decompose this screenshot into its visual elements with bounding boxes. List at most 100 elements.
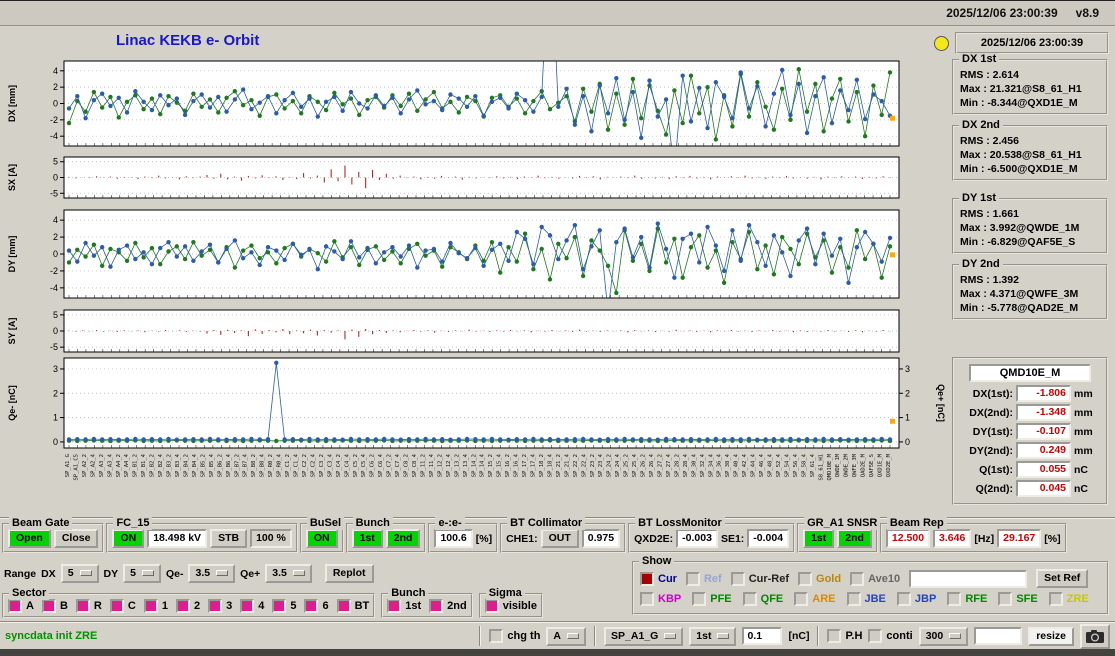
sector-items-5[interactable]: 5	[272, 599, 296, 613]
checkbox-Ave10[interactable]	[850, 572, 864, 586]
chg-th-toggle[interactable]: chg th	[489, 629, 540, 643]
separator	[817, 626, 819, 646]
conti-checkbox[interactable]	[868, 629, 882, 643]
selection-row: Sector ABRC123456BT Bunch 1st2nd Sigma v…	[2, 593, 543, 618]
checkbox-Gold[interactable]	[798, 572, 812, 586]
bpm-name[interactable]: QMD10E_M	[969, 364, 1091, 382]
checkbox-ARE[interactable]	[794, 592, 808, 606]
resize-button[interactable]: resize	[1028, 627, 1074, 646]
chart-sx[interactable]: -505SX [A]	[7, 157, 899, 199]
replot-button[interactable]: Replot	[325, 564, 374, 583]
checkbox-visible[interactable]	[485, 599, 499, 613]
checkbox-3[interactable]	[208, 599, 222, 613]
busel-on-button[interactable]: ON	[306, 529, 338, 548]
bunch-items-2nd[interactable]: 2nd	[429, 599, 467, 613]
show-row2-JBE[interactable]: JBE	[847, 592, 886, 606]
bunch-items-1st[interactable]: 1st	[387, 599, 421, 613]
sigma-items-visible[interactable]: visible	[485, 599, 537, 613]
checkbox-RFE[interactable]	[947, 592, 961, 606]
blank-entry[interactable]	[974, 627, 1022, 645]
show-row1-Cur[interactable]: Cur	[640, 572, 677, 586]
sector-items-1[interactable]: 1	[144, 599, 168, 613]
show-row1-Ave10[interactable]: Ave10	[850, 572, 900, 586]
checkbox-ZRE[interactable]	[1049, 592, 1063, 606]
show-row2-ZRE[interactable]: ZRE	[1049, 592, 1089, 606]
chg-th-checkbox[interactable]	[489, 629, 503, 643]
checkbox-JBE[interactable]	[847, 592, 861, 606]
ph-checkbox[interactable]	[827, 629, 841, 643]
show-row1-Cur-Ref[interactable]: Cur-Ref	[731, 572, 789, 586]
chart-dy[interactable]: -4-2024DY [mm]	[7, 210, 899, 314]
show-row2-QFE[interactable]: QFE	[743, 592, 784, 606]
gr-a1-2nd-button[interactable]: 2nd	[837, 529, 872, 548]
bunch-2nd-button[interactable]: 2nd	[386, 529, 421, 548]
sector-items-4[interactable]: 4	[240, 599, 264, 613]
fc15-on-button[interactable]: ON	[112, 529, 144, 548]
checkbox-2nd[interactable]	[429, 599, 443, 613]
interval-combo[interactable]: 300	[919, 627, 969, 646]
checkbox-5[interactable]	[272, 599, 286, 613]
checkbox-Cur[interactable]	[640, 572, 654, 586]
show-row1-Gold[interactable]: Gold	[798, 572, 841, 586]
sector-items-6[interactable]: 6	[304, 599, 328, 613]
checkbox-QFE[interactable]	[743, 592, 757, 606]
bpm-row: Q(1st):0.055nC	[957, 461, 1103, 478]
chart-qe[interactable]: 00112233Qe- [nC]Qe+ [nC]	[7, 358, 946, 448]
beam-gate-open-button[interactable]: Open	[8, 529, 51, 548]
fc15-stb-button[interactable]: STB	[210, 529, 247, 548]
checkbox-A[interactable]	[8, 599, 22, 613]
sector-a-combo[interactable]: A	[546, 627, 586, 646]
checkbox-Cur-Ref[interactable]	[731, 572, 745, 586]
bunch-combo[interactable]: 1st	[689, 627, 736, 646]
device-combo[interactable]: SP_A1_G	[604, 627, 683, 646]
bpm-rows: DX(1st):-1.806mmDX(2nd):-1.348mmDY(1st):…	[957, 385, 1103, 497]
screenshot-button[interactable]	[1080, 624, 1110, 649]
show-row2-SFE[interactable]: SFE	[998, 592, 1037, 606]
set-ref-button[interactable]: Set Ref	[1036, 569, 1088, 588]
show-row1-Ref[interactable]: Ref	[686, 572, 722, 586]
checkbox-BT[interactable]	[337, 599, 351, 613]
sector-items-R[interactable]: R	[76, 599, 102, 613]
checkbox-1[interactable]	[144, 599, 158, 613]
sector-items-BT[interactable]: BT	[337, 599, 370, 613]
range-qep-combo[interactable]: 3.5	[265, 564, 312, 583]
checkbox-4[interactable]	[240, 599, 254, 613]
beam-gate-close-button[interactable]: Close	[54, 529, 99, 548]
stats-box-dx-1st: DX 1stRMS : 2.614Max : 21.321@S8_61_H1Mi…	[952, 59, 1108, 115]
che1-out-button[interactable]: OUT	[541, 529, 579, 548]
range-qem-combo[interactable]: 3.5	[188, 564, 235, 583]
sector-items-B[interactable]: B	[42, 599, 68, 613]
checkbox-1st[interactable]	[387, 599, 401, 613]
checkbox-6[interactable]	[304, 599, 318, 613]
sector-items-A[interactable]: A	[8, 599, 34, 613]
checkbox-B[interactable]	[42, 599, 56, 613]
conti-toggle[interactable]: conti	[868, 629, 912, 643]
checkbox-C[interactable]	[110, 599, 124, 613]
show-row2-KBP[interactable]: KBP	[640, 592, 681, 606]
chart-sy[interactable]: -505SY [A]	[7, 310, 899, 352]
orbit-charts[interactable]: -4-2024DX [mm]-505SX [A] -4-2024DY [mm]-5…	[2, 55, 950, 517]
sector-items-3[interactable]: 3	[208, 599, 232, 613]
range-dy-combo[interactable]: 5	[123, 564, 161, 583]
ph-toggle[interactable]: P.H	[827, 629, 862, 643]
bunch-1st-button[interactable]: 1st	[352, 529, 383, 548]
show-row2-PFE[interactable]: PFE	[692, 592, 731, 606]
show-row2-JBP[interactable]: JBP	[897, 592, 936, 606]
show-row2-RFE[interactable]: RFE	[947, 592, 987, 606]
checkbox-KBP[interactable]	[640, 592, 654, 606]
chart-dx[interactable]: -4-2024DX [mm]	[7, 55, 899, 174]
checkbox-R[interactable]	[76, 599, 90, 613]
show-row2-ARE[interactable]: ARE	[794, 592, 835, 606]
svg-text:SP_C6_2: SP_C6_2	[370, 454, 376, 477]
gr-a1-1st-button[interactable]: 1st	[803, 529, 834, 548]
ref-entry[interactable]	[909, 570, 1027, 588]
checkbox-SFE[interactable]	[998, 592, 1012, 606]
range-dx-combo[interactable]: 5	[61, 564, 99, 583]
sector-items-C[interactable]: C	[110, 599, 136, 613]
threshold-entry[interactable]	[742, 627, 782, 645]
checkbox-Ref[interactable]	[686, 572, 700, 586]
checkbox-2[interactable]	[176, 599, 190, 613]
sector-items-2[interactable]: 2	[176, 599, 200, 613]
checkbox-JBP[interactable]	[897, 592, 911, 606]
checkbox-PFE[interactable]	[692, 592, 706, 606]
